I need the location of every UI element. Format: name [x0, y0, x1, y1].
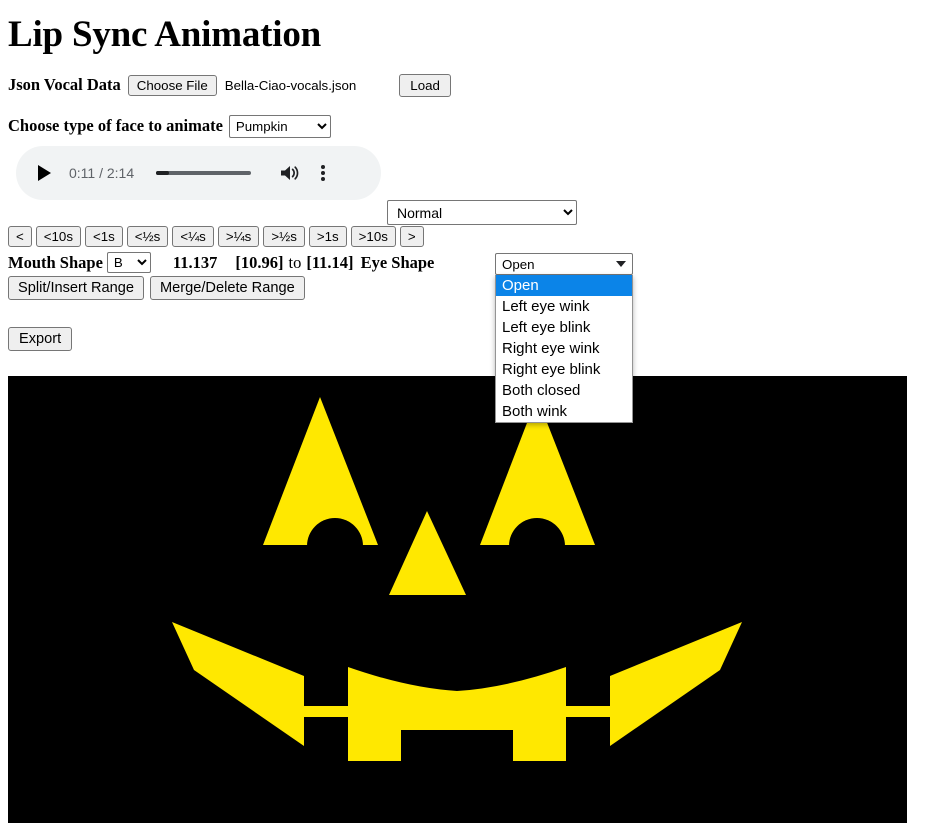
face-type-label: Choose type of face to animate: [8, 116, 223, 136]
back-half-s-button[interactable]: <½s: [127, 226, 169, 247]
split-insert-range-button[interactable]: Split/Insert Range: [8, 276, 144, 300]
play-icon[interactable]: [38, 165, 51, 181]
mouth-shape-select[interactable]: B: [107, 252, 151, 273]
jump-end-button[interactable]: >: [400, 226, 424, 247]
app-root: Lip Sync Animation Json Vocal Data Choos…: [8, 0, 927, 208]
selected-file-name: Bella-Ciao-vocals.json: [225, 78, 357, 93]
range-start-value: [10.96]: [235, 253, 283, 273]
eye-shape-select[interactable]: Open: [495, 253, 633, 275]
load-button[interactable]: Load: [399, 74, 451, 97]
eye-option-both-closed[interactable]: Both closed: [496, 380, 632, 401]
back-1s-button[interactable]: <1s: [85, 226, 123, 247]
export-button[interactable]: Export: [8, 327, 72, 351]
pumpkin-face-canvas[interactable]: [8, 376, 907, 823]
range-edit-buttons: Split/Insert Range Merge/Delete Range: [8, 276, 305, 300]
audio-player-wrap: 0:11 / 2:14: [8, 146, 927, 208]
eye-option-left-eye-wink[interactable]: Left eye wink: [496, 296, 632, 317]
chevron-down-icon: [616, 261, 626, 267]
fwd-1s-button[interactable]: >1s: [309, 226, 347, 247]
json-vocal-data-row: Json Vocal Data Choose File Bella-Ciao-v…: [8, 74, 927, 97]
eye-shape-label: Eye Shape: [361, 253, 435, 273]
audio-progress-filled: [156, 171, 169, 175]
face-type-select[interactable]: Pumpkin: [229, 115, 331, 138]
audio-player[interactable]: 0:11 / 2:14: [16, 146, 381, 200]
back-10s-button[interactable]: <10s: [36, 226, 81, 247]
eye-option-right-eye-blink[interactable]: Right eye blink: [496, 359, 632, 380]
json-vocal-data-label: Json Vocal Data: [8, 75, 121, 95]
current-time-value: 11.137: [173, 253, 217, 273]
fwd-10s-button[interactable]: >10s: [351, 226, 396, 247]
jump-start-button[interactable]: <: [8, 226, 32, 247]
kebab-dot-2: [321, 171, 325, 175]
volume-icon[interactable]: [279, 163, 301, 183]
fwd-half-s-button[interactable]: >½s: [263, 226, 305, 247]
eye-option-right-eye-wink[interactable]: Right eye wink: [496, 338, 632, 359]
eye-option-open[interactable]: Open: [496, 275, 632, 296]
range-to-label: to: [289, 253, 302, 273]
page-title: Lip Sync Animation: [8, 16, 927, 55]
eye-option-both-wink[interactable]: Both wink: [496, 401, 632, 422]
eye-shape-select-wrap: Open Open Left eye wink Left eye blink R…: [495, 253, 633, 423]
back-quarter-s-button[interactable]: <¼s: [172, 226, 214, 247]
shape-editor-row: Mouth Shape B 11.137 [10.96] to [11.14] …: [8, 252, 434, 273]
fwd-quarter-s-button[interactable]: >¼s: [218, 226, 260, 247]
kebab-dot-3: [321, 177, 325, 181]
audio-time-display: 0:11 / 2:14: [69, 165, 134, 181]
eye-shape-selected-value: Open: [502, 257, 616, 272]
audio-progress-scrubber[interactable]: [156, 171, 251, 175]
playback-speed-select[interactable]: Normal: [387, 200, 577, 225]
choose-file-button[interactable]: Choose File: [128, 75, 217, 96]
eye-option-left-eye-blink[interactable]: Left eye blink: [496, 317, 632, 338]
eye-shape-option-list: Open Left eye wink Left eye blink Right …: [495, 275, 633, 423]
merge-delete-range-button[interactable]: Merge/Delete Range: [150, 276, 305, 300]
mouth-shape-label: Mouth Shape: [8, 253, 103, 273]
kebab-menu-icon[interactable]: [321, 165, 325, 181]
kebab-dot-1: [321, 165, 325, 169]
transport-nav-buttons: < <10s <1s <½s <¼s >¼s >½s >1s >10s >: [8, 226, 424, 247]
range-end-value: [11.14]: [306, 253, 353, 273]
mouth: [172, 622, 742, 761]
face-type-row: Choose type of face to animate Pumpkin: [8, 115, 927, 138]
left-eye: [248, 386, 408, 556]
export-row: Export: [8, 327, 72, 351]
